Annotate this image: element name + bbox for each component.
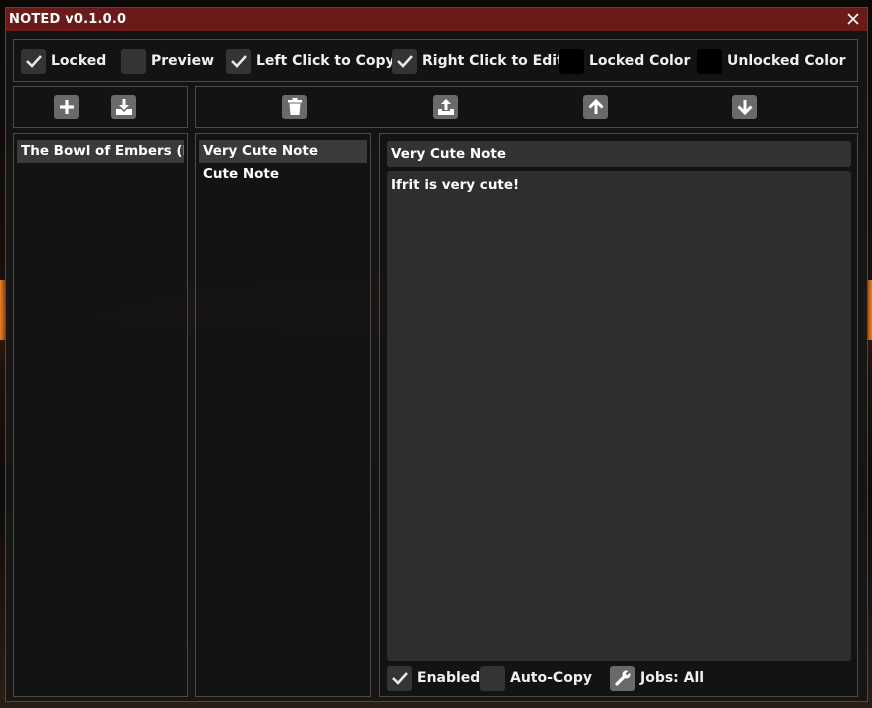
preview-checkbox[interactable] <box>121 48 146 74</box>
note-item-label: Very Cute Note <box>203 143 319 159</box>
autocopy-checkbox[interactable] <box>480 665 505 691</box>
preview-label: Preview <box>151 53 215 69</box>
note-item[interactable]: Cute Note <box>199 163 367 186</box>
note-title-input[interactable]: Very Cute Note <box>387 141 851 167</box>
title-bar[interactable]: NOTED v0.1.0.0 <box>6 8 867 31</box>
arrow-up-icon <box>587 99 604 114</box>
autocopy-option[interactable]: Auto-Copy <box>480 665 592 691</box>
preview-option[interactable]: Preview <box>121 48 214 74</box>
export-icon <box>437 99 454 115</box>
plus-icon <box>59 100 74 114</box>
trash-icon <box>287 98 302 115</box>
duty-list: The Bowl of Embers (Hard) <box>13 133 188 697</box>
checkmark-icon <box>391 672 408 685</box>
enabled-label: Enabled <box>417 670 481 686</box>
note-list: Very Cute Note Cute Note <box>195 133 371 697</box>
close-icon <box>847 13 859 25</box>
window-title: NOTED v0.1.0.0 <box>9 12 127 27</box>
left-click-copy-label: Left Click to Copy <box>256 53 395 69</box>
enabled-checkbox[interactable] <box>387 665 412 691</box>
noted-window: NOTED v0.1.0.0 Locked Preview Left Click… <box>5 7 868 702</box>
add-duty-button[interactable] <box>54 95 79 119</box>
locked-option[interactable]: Locked <box>21 48 106 74</box>
import-icon <box>115 99 132 115</box>
right-click-edit-checkbox[interactable] <box>392 48 417 74</box>
duty-item-label: The Bowl of Embers (Hard) <box>21 143 184 159</box>
jobs-button[interactable] <box>610 665 635 691</box>
unlocked-color-swatch[interactable] <box>697 48 722 74</box>
delete-note-button[interactable] <box>282 95 307 119</box>
right-click-edit-label: Right Click to Edit <box>422 53 564 69</box>
note-body-text: Ifrit is very cute! <box>391 177 520 193</box>
note-item-label: Cute Note <box>203 166 280 182</box>
move-down-button[interactable] <box>732 95 757 119</box>
duty-toolbar <box>13 86 188 128</box>
locked-color-label: Locked Color <box>589 53 691 69</box>
unlocked-color-option[interactable]: Unlocked Color <box>697 48 846 74</box>
left-click-copy-option[interactable]: Left Click to Copy <box>226 48 395 74</box>
locked-label: Locked <box>51 53 107 69</box>
duty-item[interactable]: The Bowl of Embers (Hard) <box>17 140 184 163</box>
import-button[interactable] <box>111 95 136 119</box>
note-title-text: Very Cute Note <box>391 146 507 162</box>
note-editor: Very Cute Note Ifrit is very cute! Enabl… <box>379 133 858 697</box>
move-up-button[interactable] <box>583 95 608 119</box>
locked-checkbox[interactable] <box>21 48 46 74</box>
locked-color-option[interactable]: Locked Color <box>559 48 690 74</box>
note-toolbar <box>195 86 858 128</box>
locked-color-swatch[interactable] <box>559 48 584 74</box>
note-item[interactable]: Very Cute Note <box>199 140 367 163</box>
unlocked-color-label: Unlocked Color <box>727 53 846 69</box>
enabled-option[interactable]: Enabled <box>387 665 480 691</box>
wrench-icon <box>614 669 632 686</box>
options-panel: Locked Preview Left Click to Copy Right … <box>13 39 858 82</box>
checkmark-icon <box>230 55 247 68</box>
jobs-label: Jobs: All <box>640 670 705 686</box>
checkmark-icon <box>396 55 413 68</box>
arrow-down-icon <box>736 100 753 115</box>
close-button[interactable] <box>844 10 862 28</box>
note-body-textarea[interactable]: Ifrit is very cute! <box>387 171 851 661</box>
autocopy-label: Auto-Copy <box>510 670 592 686</box>
left-click-copy-checkbox[interactable] <box>226 48 251 74</box>
jobs-option[interactable]: Jobs: All <box>610 665 704 691</box>
export-button[interactable] <box>433 95 458 119</box>
right-click-edit-option[interactable]: Right Click to Edit <box>392 48 564 74</box>
checkmark-icon <box>25 55 42 68</box>
